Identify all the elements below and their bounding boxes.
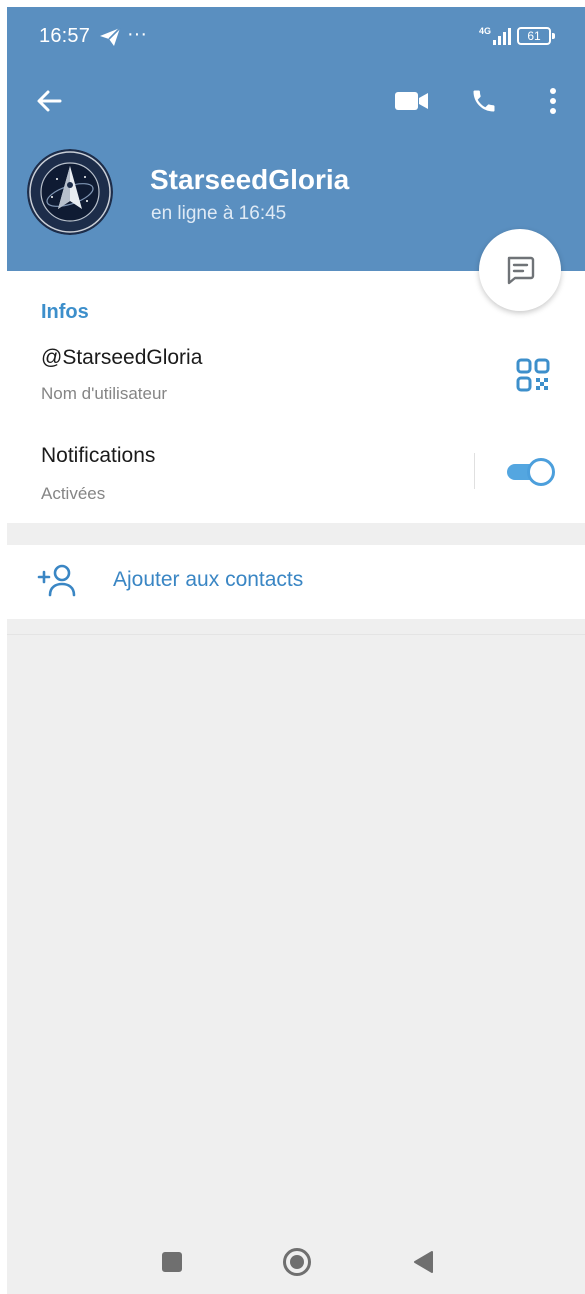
- more-options-button[interactable]: [535, 79, 571, 123]
- qr-code-icon[interactable]: [515, 357, 551, 393]
- add-contact-label[interactable]: Ajouter aux contacts: [113, 568, 303, 592]
- call-button[interactable]: [462, 79, 506, 123]
- chat-bubble-icon: [507, 256, 535, 285]
- username-value[interactable]: @StarseedGloria: [41, 346, 202, 370]
- video-call-button[interactable]: [390, 79, 434, 123]
- network-type: 4G: [479, 26, 491, 36]
- phone-icon: [473, 90, 495, 112]
- notifications-state: Activées: [41, 484, 106, 503]
- avatar[interactable]: [27, 149, 113, 235]
- arrow-left-icon: [37, 90, 62, 112]
- signal-icon: 4G: [479, 26, 511, 45]
- home-button[interactable]: [283, 1248, 311, 1276]
- profile-screen: 16:57 ··· 4G 61 StarseedGloria en ligne …: [7, 7, 585, 1294]
- telegram-icon: [100, 27, 121, 46]
- add-user-icon: [37, 564, 76, 597]
- more-vertical-icon: [550, 88, 556, 114]
- nav-back-button[interactable]: [412, 1250, 434, 1274]
- profile-header: 16:57 ··· 4G 61 StarseedGloria en ligne …: [7, 7, 585, 271]
- notifications-toggle[interactable]: [505, 458, 557, 486]
- send-message-button[interactable]: [479, 229, 561, 311]
- back-button[interactable]: [29, 81, 69, 121]
- profile-name: StarseedGloria: [150, 164, 350, 195]
- toggle-knob: [527, 458, 555, 486]
- space-force-emblem-icon: [27, 149, 113, 235]
- battery-icon: 61: [517, 27, 557, 45]
- divider: [7, 634, 585, 635]
- profile-last-seen: en ligne à 16:45: [151, 203, 287, 224]
- status-more-dots: ···: [127, 23, 147, 45]
- video-camera-icon: [395, 92, 428, 110]
- username-label: Nom d'utilisateur: [41, 384, 168, 403]
- status-bar: 16:57 ··· 4G 61: [7, 7, 585, 67]
- section-gap: [7, 523, 585, 545]
- status-time: 16:57: [39, 25, 91, 47]
- row-divider: [474, 453, 475, 489]
- notifications-title[interactable]: Notifications: [41, 444, 155, 468]
- battery-level: 61: [527, 29, 541, 43]
- info-section-title: Infos: [41, 301, 89, 323]
- recent-apps-button[interactable]: [162, 1252, 182, 1272]
